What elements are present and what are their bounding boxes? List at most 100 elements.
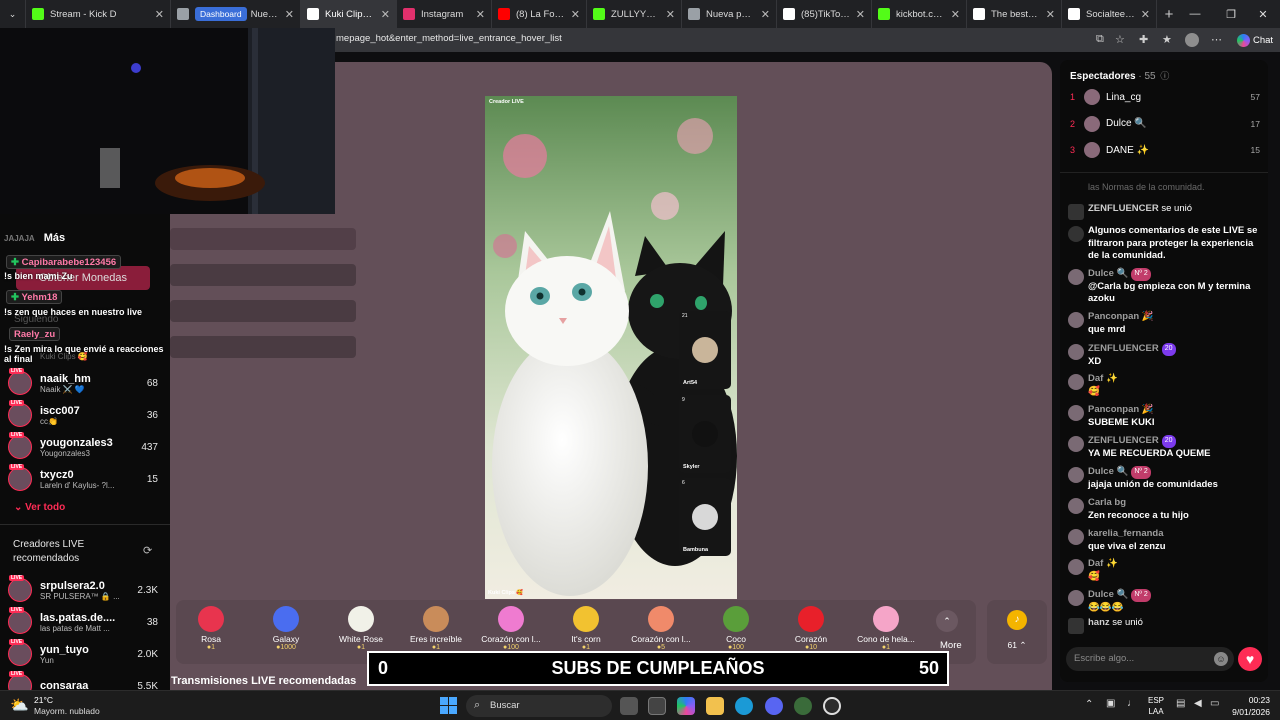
more-menu[interactable]: JAJAJA Más — [4, 232, 65, 244]
chat-comment[interactable]: ZENFLUENCER se unió — [1068, 203, 1264, 220]
store-icon[interactable] — [648, 697, 666, 715]
browser-tab[interactable]: (85)TikTok - Mal ✕ — [777, 0, 872, 28]
chat-comment[interactable]: Daf ✨ 🥰 — [1068, 558, 1264, 583]
close-tab-icon[interactable]: ✕ — [381, 8, 390, 21]
chat-comment[interactable]: Daf ✨ 🥰 — [1068, 373, 1264, 398]
see-all-link[interactable]: ⌄ Ver todo — [14, 502, 65, 513]
more-options-icon[interactable]: ⋯ — [1211, 33, 1222, 46]
guest-tile[interactable]: 9 Skyler — [679, 395, 731, 473]
live-creator-row[interactable]: LIVE yougonzales3 Yougonzales3 437 — [8, 432, 158, 462]
clock[interactable]: 00:23 9/01/2026 — [1226, 694, 1270, 718]
start-button[interactable] — [440, 697, 457, 714]
close-tab-icon[interactable]: ✕ — [856, 8, 865, 21]
close-tab-icon[interactable]: ✕ — [761, 8, 770, 21]
top-viewer-row[interactable]: 1 Lina_cg 57 — [1070, 87, 1260, 107]
comment-input[interactable]: Escribe algo... ☺ — [1066, 647, 1234, 671]
battery-icon[interactable]: ▭ — [1210, 698, 1219, 709]
live-creator-row[interactable]: LIVE naaik_hm Naaik ⚔️ 💙 68 — [8, 368, 158, 398]
browser-tab[interactable]: The best ChatB ✕ — [967, 0, 1062, 28]
top-viewer-row[interactable]: 3 DANE ✨ 15 — [1070, 140, 1260, 160]
chat-comment[interactable]: Carla bg Zen reconoce a tu hijo — [1068, 497, 1264, 522]
coins-widget[interactable]: ♪ 61 ⌃ — [987, 600, 1047, 664]
tray-icon[interactable]: ▣ — [1106, 698, 1115, 709]
browser-tab[interactable]: DashboardNueva pestaña ✕ — [171, 0, 301, 28]
live-creator-row[interactable]: LIVE consaraa 5.5K — [8, 671, 158, 690]
chat-comment[interactable]: karelia_fernanda que viva el zenzu — [1068, 528, 1264, 553]
live-creator-row[interactable]: LIVE yun_tuyo Yun 2.0K — [8, 639, 158, 669]
chat-comment[interactable]: las Normas de la comunidad. — [1068, 181, 1264, 194]
copilot-icon — [1237, 33, 1250, 47]
copilot-app-icon[interactable] — [677, 697, 695, 715]
close-tab-icon[interactable]: ✕ — [571, 8, 580, 21]
gift-more-label[interactable]: More — [940, 640, 962, 651]
chat-comment[interactable]: hanz se unió — [1068, 617, 1264, 634]
chat-comment[interactable]: Algunos comentarios de este LIVE se filt… — [1068, 225, 1264, 263]
ghost-row — [170, 336, 356, 358]
url-field[interactable]: mepage_hot&enter_method=live_entrance_ho… — [336, 33, 562, 44]
browser-tab[interactable]: kickbot.com/da ✕ — [872, 0, 967, 28]
guest-tile[interactable]: 6 Bambuna — [679, 478, 731, 556]
live-badge: LIVE — [9, 575, 25, 581]
browser-tab[interactable]: ZULLYY_CS Strea ✕ — [587, 0, 682, 28]
chat-comment[interactable]: Dulce 🔍 Nº 2 jajaja unión de comunidades — [1068, 466, 1264, 491]
chat-comment[interactable]: Dulce 🔍 Nº 2 @Carla bg empieza con M y ter… — [1068, 268, 1264, 306]
folder-icon[interactable] — [706, 697, 724, 715]
volume-icon[interactable]: ◀ — [1194, 698, 1202, 709]
obs-icon[interactable] — [823, 697, 841, 715]
close-tab-icon[interactable]: ✕ — [1046, 8, 1055, 21]
close-tab-icon[interactable]: ✕ — [1141, 8, 1150, 21]
install-app-icon[interactable]: ⧉ — [1096, 33, 1104, 46]
browser-tab[interactable]: (8) La Forma En ✕ — [492, 0, 587, 28]
emoji-icon[interactable]: ☺ — [1214, 652, 1228, 666]
chat-comment[interactable]: ZENFLUENCER 20 XD — [1068, 343, 1264, 368]
live-creator-row[interactable]: LIVE txycz0 Lareln d' Kaylus- ?l... 15 — [8, 464, 158, 494]
like-heart-button[interactable]: ♥ — [1238, 647, 1262, 671]
info-icon[interactable]: ⓘ — [1160, 71, 1169, 81]
browser-tab[interactable]: Nueva pestaña ✕ — [682, 0, 777, 28]
app-icon[interactable] — [794, 697, 812, 715]
live-creator-row[interactable]: LIVE srpulsera2.0 SR PULSERA™ 🔒 ... 2.3K — [8, 575, 158, 605]
browser-tab[interactable]: Kuki Clips 🥰 ✕ — [301, 0, 397, 28]
browser-tab[interactable]: Socialteen SOC ✕ — [1062, 0, 1157, 28]
network-icon[interactable]: ▤ — [1176, 698, 1185, 709]
close-tab-icon[interactable]: ✕ — [951, 8, 960, 21]
creator-subtitle: cc👏 — [40, 416, 58, 426]
favorites-icon[interactable]: ★ — [1162, 33, 1172, 46]
chat-comment[interactable]: Panconpan 🎉 que mrd — [1068, 311, 1264, 336]
live-creator-row[interactable]: LIVE iscc007 cc👏 36 — [8, 400, 158, 430]
top-viewer-row[interactable]: 2 Dulce 🔍 17 — [1070, 114, 1260, 134]
guest-tile[interactable]: 21 Art54 — [679, 311, 731, 389]
gift-item[interactable]: Galaxy ●1000 — [251, 604, 321, 660]
language-indicator[interactable]: ESP LAA — [1148, 695, 1164, 717]
close-tab-icon[interactable]: ✕ — [666, 8, 675, 21]
browser-tab[interactable]: Instagram ✕ — [397, 0, 492, 28]
extensions-icon[interactable]: ✚ — [1139, 33, 1148, 46]
close-tab-icon[interactable]: ✕ — [476, 8, 485, 21]
discord-icon[interactable] — [765, 697, 783, 715]
refresh-icon[interactable]: ⟳ — [143, 544, 152, 557]
maximize-button[interactable]: ❐ — [1214, 0, 1248, 28]
close-tab-icon[interactable]: ✕ — [285, 8, 294, 21]
file-explorer-icon[interactable] — [620, 697, 638, 715]
close-tab-icon[interactable]: ✕ — [155, 8, 164, 21]
gift-item[interactable]: Rosa ●1 — [176, 604, 246, 660]
copilot-chat-button[interactable]: Chat — [1232, 31, 1278, 49]
taskbar-search[interactable]: ⌕ Buscar — [466, 695, 612, 717]
gift-more-button[interactable]: ⌃ — [936, 610, 958, 632]
comment-text: Zen reconoce a tu hijo — [1088, 509, 1189, 521]
microphone-icon[interactable]: ♩ — [1127, 698, 1137, 709]
gift-price: ●1000 — [276, 644, 296, 651]
profile-avatar[interactable] — [1185, 33, 1199, 47]
chat-comment[interactable]: Panconpan 🎉 SUBEME KUKI — [1068, 404, 1264, 429]
chat-comment[interactable]: Dulce 🔍 Nº 2 😂😂😂 — [1068, 589, 1264, 614]
tray-chevron-up-icon[interactable]: ⌃ — [1085, 699, 1093, 710]
edge-icon[interactable] — [735, 697, 753, 715]
chat-comment[interactable]: ZENFLUENCER 20 YA ME RECUERDA QUEME — [1068, 435, 1264, 460]
comment-body: ZENFLUENCER se unió — [1088, 203, 1264, 216]
tab-menu-button[interactable]: ⌄ — [0, 0, 26, 28]
browser-tab[interactable]: Stream - Kick D ✕ — [26, 0, 171, 28]
live-creator-row[interactable]: LIVE las.patas.de.... las patas de Matt ..… — [8, 607, 158, 637]
bookmark-star-icon[interactable]: ☆ — [1115, 33, 1125, 46]
close-window-button[interactable]: ✕ — [1246, 0, 1280, 28]
minimize-button[interactable]: — — [1178, 0, 1212, 28]
